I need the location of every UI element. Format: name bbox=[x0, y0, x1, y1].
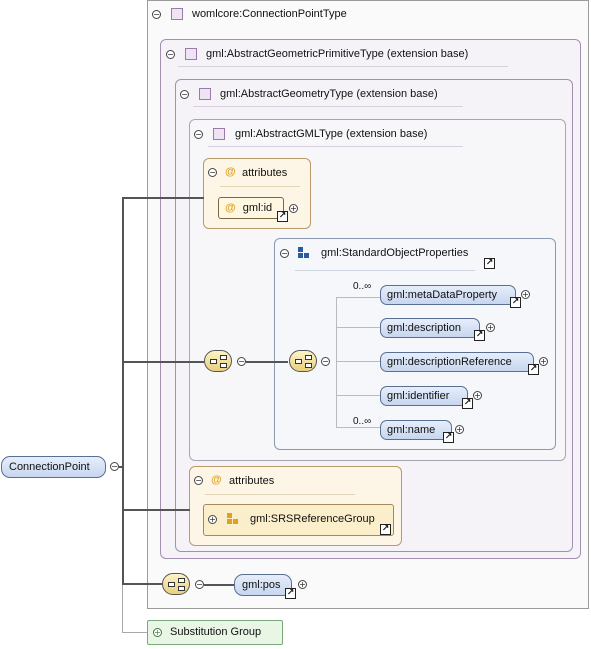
expand-icon[interactable]: + bbox=[289, 204, 298, 213]
element-name: gml:description bbox=[387, 322, 461, 334]
reference-arrow-icon[interactable]: ↗ bbox=[474, 330, 485, 341]
connector-line bbox=[246, 361, 288, 363]
divider bbox=[208, 146, 463, 147]
occurrence-label: 0..∞ bbox=[353, 281, 372, 292]
attribute-symbol-icon: @ bbox=[225, 202, 236, 214]
element-descriptionreference[interactable]: gml:descriptionReference bbox=[380, 352, 534, 372]
collapse-icon[interactable]: − bbox=[194, 130, 203, 139]
attributes-label: attributes bbox=[242, 167, 288, 179]
attribute-gml-id[interactable]: @ gml:id bbox=[218, 197, 284, 219]
substitution-group-label: Substitution Group bbox=[170, 626, 262, 638]
sequence-compositor-icon[interactable] bbox=[289, 350, 317, 372]
element-description[interactable]: gml:description bbox=[380, 318, 480, 338]
collapse-icon[interactable]: − bbox=[280, 249, 289, 258]
element-gml-pos[interactable]: gml:pos bbox=[234, 574, 292, 596]
type-icon bbox=[185, 48, 197, 60]
connector-line bbox=[122, 583, 162, 585]
complex-type-title: womlcore:ConnectionPointType bbox=[192, 8, 347, 20]
sequence-compositor-icon[interactable] bbox=[204, 350, 232, 372]
expand-icon[interactable]: + bbox=[539, 357, 548, 366]
divider bbox=[205, 494, 355, 495]
divider bbox=[193, 106, 463, 107]
element-metadataproperty[interactable]: gml:metaDataProperty bbox=[380, 285, 516, 305]
element-name: gml:identifier bbox=[387, 390, 450, 402]
reference-arrow-icon[interactable]: ↗ bbox=[285, 588, 296, 599]
type-icon bbox=[213, 128, 225, 140]
occurrence-label: 0..∞ bbox=[353, 416, 372, 427]
attribute-group-icon bbox=[227, 513, 240, 525]
divider bbox=[295, 270, 475, 271]
collapse-icon[interactable]: − bbox=[152, 10, 161, 19]
divider bbox=[220, 186, 300, 187]
collapse-icon[interactable]: − bbox=[237, 357, 246, 366]
element-name: gml:metaDataProperty bbox=[387, 289, 498, 301]
reference-arrow-icon[interactable]: ↗ bbox=[484, 258, 495, 269]
connector-line bbox=[122, 509, 190, 511]
connector bbox=[336, 327, 380, 328]
expand-icon[interactable]: + bbox=[521, 290, 530, 299]
sequence-compositor-icon[interactable] bbox=[162, 573, 190, 595]
substitution-connector bbox=[122, 632, 148, 633]
collapse-icon[interactable]: − bbox=[321, 357, 330, 366]
substitution-group[interactable]: + Substitution Group bbox=[147, 620, 283, 645]
reference-arrow-icon[interactable]: ↗ bbox=[380, 524, 391, 535]
collapse-icon[interactable]: − bbox=[195, 580, 204, 589]
element-name: gml:name bbox=[387, 424, 436, 436]
connector bbox=[336, 361, 380, 362]
connector-line bbox=[204, 584, 234, 586]
complex-type-icon bbox=[171, 8, 183, 20]
reference-arrow-icon[interactable]: ↗ bbox=[510, 297, 521, 308]
element-name: gml:descriptionReference bbox=[387, 356, 512, 368]
attribute-group-name: gml:SRSReferenceGroup bbox=[250, 513, 375, 525]
base-type-title-3: gml:AbstractGMLType (extension base) bbox=[235, 128, 428, 140]
reference-arrow-icon[interactable]: ↗ bbox=[277, 211, 288, 222]
base-type-title-1: gml:AbstractGeometricPrimitiveType (exte… bbox=[206, 48, 469, 60]
collapse-icon[interactable]: − bbox=[110, 462, 119, 471]
reference-arrow-icon[interactable]: ↗ bbox=[443, 432, 454, 443]
type-icon bbox=[199, 88, 211, 100]
connector bbox=[336, 395, 380, 396]
expand-icon[interactable]: + bbox=[208, 515, 217, 524]
choice-connector bbox=[336, 297, 337, 427]
connector-trunk bbox=[122, 198, 124, 584]
element-name: ConnectionPoint bbox=[9, 461, 90, 473]
expand-icon[interactable]: + bbox=[486, 323, 495, 332]
substitution-connector bbox=[122, 585, 123, 632]
element-identifier[interactable]: gml:identifier bbox=[380, 386, 468, 406]
attribute-symbol-icon: @ bbox=[211, 474, 222, 486]
connector bbox=[336, 297, 380, 298]
attributes-label: attributes bbox=[229, 475, 275, 487]
element-name-gml[interactable]: gml:name bbox=[380, 420, 452, 440]
divider bbox=[178, 66, 508, 67]
expand-icon[interactable]: + bbox=[298, 580, 307, 589]
attribute-symbol-icon: @ bbox=[225, 166, 236, 178]
expand-icon[interactable]: + bbox=[473, 391, 482, 400]
group-title: gml:StandardObjectProperties bbox=[321, 247, 469, 259]
root-element-connectionpoint[interactable]: ConnectionPoint bbox=[1, 456, 106, 478]
attribute-name: gml:id bbox=[242, 202, 273, 214]
expand-icon[interactable]: + bbox=[153, 628, 162, 637]
expand-icon[interactable]: + bbox=[455, 425, 464, 434]
collapse-icon[interactable]: − bbox=[194, 476, 203, 485]
collapse-icon[interactable]: − bbox=[166, 50, 175, 59]
reference-arrow-icon[interactable]: ↗ bbox=[528, 364, 539, 375]
collapse-icon[interactable]: − bbox=[180, 90, 189, 99]
connector bbox=[336, 427, 380, 428]
connector-line bbox=[122, 361, 204, 363]
base-type-title-2: gml:AbstractGeometryType (extension base… bbox=[220, 88, 438, 100]
group-icon bbox=[298, 247, 311, 259]
connector-line bbox=[122, 197, 204, 199]
collapse-icon[interactable]: − bbox=[208, 168, 217, 177]
reference-arrow-icon[interactable]: ↗ bbox=[462, 398, 473, 409]
element-name: gml:pos bbox=[242, 579, 281, 591]
